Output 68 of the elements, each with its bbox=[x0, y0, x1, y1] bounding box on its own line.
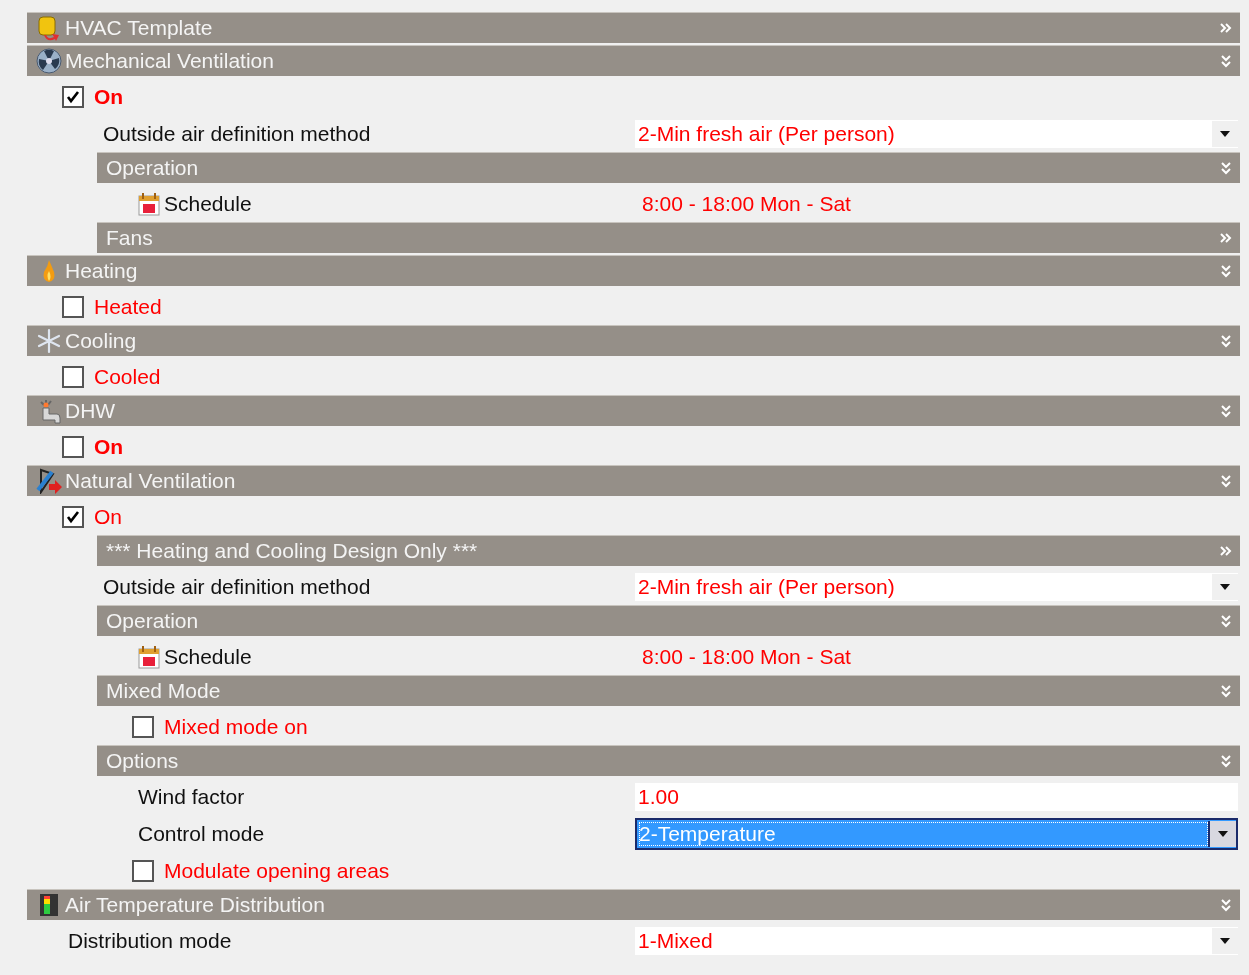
collapse-chevron-icon[interactable] bbox=[1220, 21, 1232, 35]
expand-chevron-icon[interactable] bbox=[1220, 898, 1232, 912]
dropdown-arrow-icon[interactable] bbox=[1220, 583, 1230, 590]
schedule-link[interactable]: 8:00 - 18:00 Mon - Sat bbox=[635, 644, 851, 668]
section-header[interactable]: Air Temperature Distribution bbox=[27, 889, 1240, 920]
checkbox-label: On bbox=[94, 434, 124, 459]
checkbox-label: On bbox=[94, 84, 124, 109]
dropdown-arrow-icon[interactable] bbox=[1220, 937, 1230, 944]
checkbox-label: On bbox=[94, 504, 122, 529]
section-header[interactable]: DHW bbox=[27, 395, 1240, 426]
fan-icon bbox=[36, 48, 62, 74]
schedule-label: Schedule bbox=[164, 644, 252, 669]
temperature-gauge-icon bbox=[38, 892, 60, 918]
section-header[interactable]: Heating bbox=[27, 255, 1240, 286]
checkbox[interactable] bbox=[62, 85, 84, 108]
dropdown[interactable]: 2-Temperature bbox=[635, 817, 1238, 850]
expand-chevron-icon[interactable] bbox=[1220, 614, 1232, 628]
field-label: Control mode bbox=[138, 821, 265, 846]
expand-chevron-icon[interactable] bbox=[1220, 404, 1232, 418]
section-header[interactable]: *** Heating and Cooling Design Only *** bbox=[97, 535, 1240, 566]
input-field[interactable]: 1.00 bbox=[635, 782, 1238, 811]
expand-chevron-icon[interactable] bbox=[1220, 684, 1232, 698]
schedule-link[interactable]: 8:00 - 18:00 Mon - Sat bbox=[635, 191, 851, 215]
checkbox-label: Heated bbox=[94, 294, 162, 319]
section-header[interactable]: Operation bbox=[97, 605, 1240, 636]
expand-chevron-icon[interactable] bbox=[1220, 54, 1232, 68]
dropdown[interactable]: 2-Min fresh air (Per person) bbox=[635, 572, 1238, 601]
section-header[interactable]: Natural Ventilation bbox=[27, 465, 1240, 496]
dropdown[interactable]: 2-Min fresh air (Per person) bbox=[635, 119, 1238, 148]
ventilation-icon bbox=[35, 468, 63, 494]
collapse-chevron-icon[interactable] bbox=[1220, 544, 1232, 558]
section-header[interactable]: Fans bbox=[97, 222, 1240, 253]
schedule-label: Schedule bbox=[164, 191, 252, 216]
section-header[interactable]: Mechanical Ventilation bbox=[27, 45, 1240, 76]
section-header[interactable]: Operation bbox=[97, 152, 1240, 183]
template-icon bbox=[36, 15, 62, 41]
checkbox-label: Cooled bbox=[94, 364, 161, 389]
checkbox[interactable] bbox=[62, 505, 84, 528]
checkbox-label: Mixed mode on bbox=[164, 714, 308, 739]
calendar-icon bbox=[138, 644, 160, 669]
checkmark-icon bbox=[66, 89, 80, 104]
checkbox[interactable] bbox=[62, 365, 84, 388]
dropdown[interactable]: 1-Mixed bbox=[635, 926, 1238, 955]
checkbox-label: Modulate opening areas bbox=[164, 858, 390, 883]
collapse-chevron-icon[interactable] bbox=[1220, 231, 1232, 245]
section-header[interactable]: HVAC Template bbox=[27, 12, 1240, 43]
section-header[interactable]: Options bbox=[97, 745, 1240, 776]
checkbox[interactable] bbox=[62, 295, 84, 318]
checkbox[interactable] bbox=[132, 859, 154, 882]
checkmark-icon bbox=[66, 509, 80, 524]
field-label: Outside air definition method bbox=[103, 574, 371, 599]
calendar-icon bbox=[138, 191, 160, 216]
flame-icon bbox=[42, 259, 56, 283]
field-label: Wind factor bbox=[138, 784, 245, 809]
dropdown-arrow-icon[interactable] bbox=[1218, 830, 1228, 837]
expand-chevron-icon[interactable] bbox=[1220, 474, 1232, 488]
section-header[interactable]: Cooling bbox=[27, 325, 1240, 356]
expand-chevron-icon[interactable] bbox=[1220, 161, 1232, 175]
field-label: Outside air definition method bbox=[103, 121, 371, 146]
field-label: Distribution mode bbox=[68, 928, 232, 953]
section-header[interactable]: Mixed Mode bbox=[97, 675, 1240, 706]
expand-chevron-icon[interactable] bbox=[1220, 264, 1232, 278]
checkbox[interactable] bbox=[132, 715, 154, 738]
expand-chevron-icon[interactable] bbox=[1220, 754, 1232, 768]
snowflake-icon bbox=[36, 328, 62, 354]
checkbox[interactable] bbox=[62, 435, 84, 458]
dropdown-arrow-icon[interactable] bbox=[1220, 130, 1230, 137]
expand-chevron-icon[interactable] bbox=[1220, 334, 1232, 348]
